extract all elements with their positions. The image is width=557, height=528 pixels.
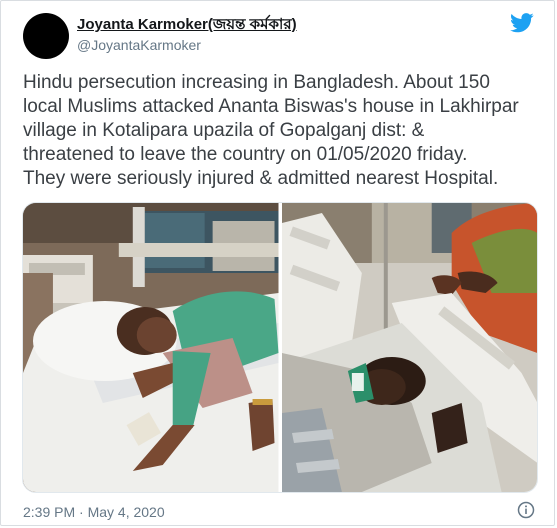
tweet-text: Hindu persecution increasing in Banglade…	[23, 71, 543, 191]
author-block: Joyanta Karmoker(জয়ন্ত কর্মকার) @Joyant…	[77, 15, 297, 55]
tweet-text-line: local Muslims attacked Ananta Biswas's h…	[23, 96, 519, 117]
tweet-card: Joyanta Karmoker(জয়ন্ত কর্মকার) @Joyant…	[0, 0, 555, 526]
tweet-text-line: threatened to leave the country on 01/05…	[23, 144, 468, 165]
info-icon[interactable]	[517, 501, 535, 519]
tweet-text-line: Hindu persecution increasing in Banglade…	[23, 72, 490, 93]
media-grid	[22, 202, 538, 493]
photo-injured-woman[interactable]	[23, 203, 279, 492]
author-handle-link[interactable]: @JoyantaKarmoker	[77, 36, 297, 55]
tweet-text-line: village in Kotalipara upazila of Gopalga…	[23, 120, 425, 141]
tweet-text-line: They were seriously injured & admitted n…	[23, 168, 499, 189]
author-name-link[interactable]: Joyanta Karmoker(জয়ন্ত কর্মকার)	[77, 15, 297, 34]
tweet-timestamp[interactable]: 2:39 PM · May 4, 2020	[23, 503, 165, 521]
avatar[interactable]	[23, 13, 69, 59]
twitter-bird-icon[interactable]	[510, 13, 534, 33]
photo-injured-man[interactable]	[281, 203, 537, 492]
